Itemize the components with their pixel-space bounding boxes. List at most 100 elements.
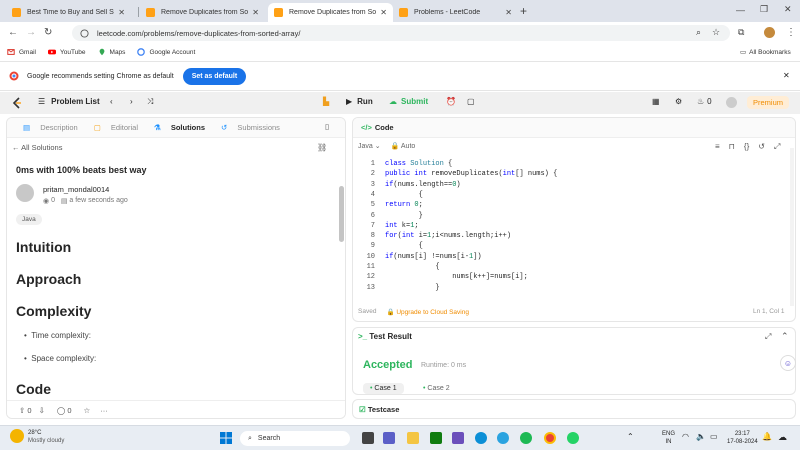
weather-widget[interactable]: 28°C Mostly cloudy: [10, 429, 64, 445]
format-icon[interactable]: ≡: [715, 142, 720, 152]
split-view-icon[interactable]: ▯: [325, 122, 329, 131]
bookmark-star-icon[interactable]: ☆: [712, 27, 720, 38]
reset-icon[interactable]: ↺: [758, 142, 765, 152]
spotify-icon[interactable]: [520, 432, 532, 444]
maximize-icon[interactable]: ❐: [760, 4, 768, 15]
upvote-icon[interactable]: ⇧: [19, 406, 25, 415]
more-icon[interactable]: ···: [100, 406, 108, 415]
bookmark-youtube[interactable]: YouTube: [47, 48, 86, 56]
close-window-icon[interactable]: ✕: [784, 4, 792, 15]
close-tab-icon[interactable]: ✕: [505, 8, 512, 17]
bookmark-gmail[interactable]: Gmail: [7, 48, 36, 56]
leetcode-logo-icon[interactable]: [12, 97, 22, 109]
browser-tab[interactable]: Problems - LeetCode ✕: [393, 3, 518, 22]
browser-tab[interactable]: Best Time to Buy and Sell Stock ✕: [6, 3, 131, 22]
submit-button[interactable]: ☁ Submit: [389, 97, 428, 106]
new-tab-icon[interactable]: +: [520, 4, 527, 18]
telegram-icon[interactable]: [497, 432, 509, 444]
bookmark-icon[interactable]: ⊓: [729, 142, 735, 152]
tray-chevron-icon[interactable]: ⌃: [627, 432, 634, 441]
close-tab-icon[interactable]: ✕: [118, 8, 125, 17]
tab-solutions[interactable]: ⚗ Solutions: [146, 123, 205, 132]
scrollbar-thumb[interactable]: [339, 186, 344, 242]
auto-mode[interactable]: 🔒 Auto: [391, 142, 416, 150]
set-default-button[interactable]: Set as default: [182, 67, 247, 85]
file-explorer-icon[interactable]: [407, 432, 419, 444]
tab-editorial[interactable]: ▢ Editorial: [86, 123, 138, 132]
edge-icon[interactable]: [475, 432, 487, 444]
downvote-icon[interactable]: ⇩: [39, 406, 45, 415]
prev-problem-icon[interactable]: ‹: [110, 97, 113, 106]
upgrade-link[interactable]: 🔒 Upgrade to Cloud Saving: [386, 308, 469, 316]
task-view-icon[interactable]: [362, 432, 374, 444]
clock[interactable]: 23:17 17-08-2024: [727, 430, 758, 446]
zoom-icon[interactable]: ⌕: [696, 27, 701, 38]
close-tab-icon[interactable]: ✕: [252, 8, 259, 17]
windows-start-icon[interactable]: [220, 432, 232, 444]
taskbar-search[interactable]: ⌕ Search: [240, 431, 350, 446]
profile-avatar[interactable]: [764, 27, 775, 38]
expand-icon[interactable]: ⤢: [765, 332, 771, 342]
forward-icon[interactable]: →: [26, 27, 36, 38]
author-avatar[interactable]: [16, 184, 34, 202]
language-indicator[interactable]: ENG IN: [662, 430, 675, 446]
next-problem-icon[interactable]: ›: [130, 97, 133, 106]
chrome-menu-icon[interactable]: ⋮: [786, 27, 796, 38]
upload-cloud-icon: ☁: [389, 97, 397, 106]
settings-gear-icon[interactable]: ⚙: [675, 97, 682, 106]
extensions-icon[interactable]: ⧉: [738, 27, 744, 38]
notes-icon[interactable]: ▢: [467, 97, 475, 106]
comment-icon[interactable]: ◯: [57, 406, 65, 415]
language-tag[interactable]: Java: [16, 214, 42, 225]
notification-bell-icon[interactable]: 🔔: [762, 432, 772, 441]
wifi-icon[interactable]: ◠: [682, 432, 689, 441]
timer-icon[interactable]: ⏰: [446, 97, 456, 106]
debug-icon[interactable]: ▙: [323, 97, 329, 106]
editor-scrollbar[interactable]: [790, 148, 794, 306]
user-avatar[interactable]: [726, 97, 737, 108]
close-tab-icon[interactable]: ✕: [380, 8, 387, 17]
url-field[interactable]: leetcode.com/problems/remove-duplicates-…: [72, 25, 730, 41]
all-bookmarks[interactable]: ▭ All Bookmarks: [740, 48, 791, 57]
store-icon[interactable]: [430, 432, 442, 444]
chrome-taskbar-icon[interactable]: [544, 432, 556, 444]
assistant-bubble-icon[interactable]: ☺: [780, 355, 796, 371]
back-icon[interactable]: ←: [8, 27, 18, 38]
close-banner-icon[interactable]: ✕: [783, 71, 790, 80]
teams-icon[interactable]: [383, 432, 395, 444]
fullscreen-icon[interactable]: ⤢: [774, 142, 780, 152]
code-area[interactable]: 1 class Solution { 2 public int removeDup…: [353, 160, 795, 300]
problem-list-button[interactable]: ☰ Problem List: [38, 97, 100, 106]
author-name[interactable]: pritam_mondal0014: [43, 185, 109, 194]
weather-tray-icon[interactable]: ☁: [778, 432, 787, 443]
list-icon: ☰: [38, 97, 46, 106]
bookmark-google-account[interactable]: Google Account: [137, 48, 195, 56]
streak-counter[interactable]: ♨ 0: [697, 97, 712, 106]
favorite-star-icon[interactable]: ☆: [84, 406, 91, 415]
site-info-icon[interactable]: [80, 28, 89, 38]
bookmark-maps[interactable]: Maps: [98, 48, 125, 56]
minimize-icon[interactable]: —: [736, 5, 745, 15]
all-solutions-link[interactable]: ← All Solutions: [12, 143, 62, 152]
app-icon[interactable]: [452, 432, 464, 444]
tab-submissions[interactable]: ↺ Submissions: [213, 123, 280, 132]
case-2-tab[interactable]: • Case 2: [423, 385, 450, 392]
language-select[interactable]: Java ⌄: [358, 142, 381, 150]
copy-link-icon[interactable]: ⛓: [317, 143, 327, 152]
battery-icon[interactable]: ▭: [710, 432, 718, 441]
collapse-icon[interactable]: ⌃: [781, 331, 789, 342]
tab-description[interactable]: ▤ Description: [15, 123, 78, 132]
browser-tab-active[interactable]: Remove Duplicates from Sorted ✕: [268, 3, 393, 22]
testcase-bar[interactable]: ☑ Testcase: [352, 399, 796, 419]
volume-icon[interactable]: 🔈: [696, 432, 706, 441]
whatsapp-icon[interactable]: [567, 432, 579, 444]
reload-icon[interactable]: ↻: [44, 27, 52, 38]
run-button[interactable]: ▶ Run: [346, 97, 373, 106]
braces-icon[interactable]: {}: [744, 142, 749, 152]
premium-button[interactable]: Premium: [747, 96, 790, 109]
browser-tab[interactable]: Remove Duplicates from Sorted ✕: [140, 3, 265, 22]
bookmarks-bar: Gmail YouTube Maps Google Account ▭ All B…: [0, 44, 800, 60]
layout-icon[interactable]: ▦: [652, 97, 660, 106]
shuffle-icon[interactable]: ⤨: [147, 97, 153, 107]
case-1-tab[interactable]: • Case 1: [363, 383, 404, 394]
